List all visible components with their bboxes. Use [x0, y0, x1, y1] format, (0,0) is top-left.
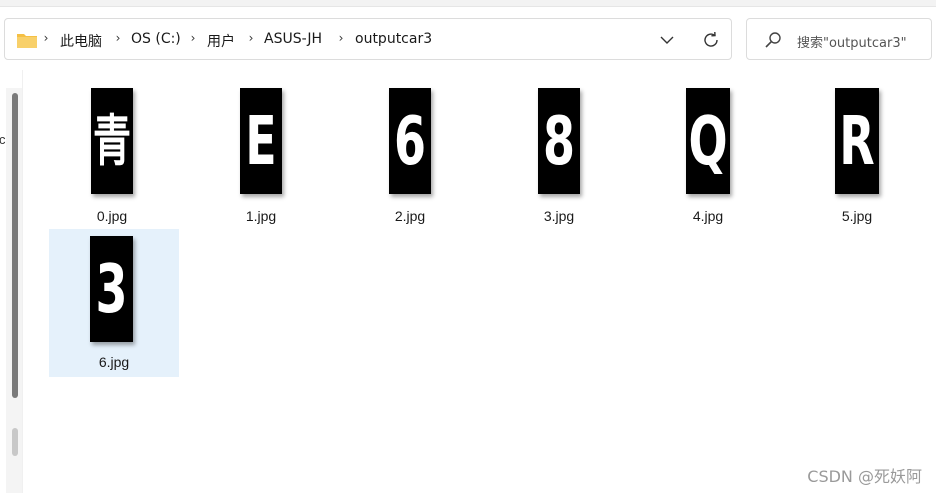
chevron-down-icon: [660, 36, 674, 44]
thumbnail-glyph: 青: [92, 109, 131, 173]
file-item[interactable]: Q 4.jpg: [643, 82, 773, 230]
file-name: 3.jpg: [543, 208, 575, 224]
breadcrumb-current-folder[interactable]: outputcar3: [355, 31, 432, 47]
image-thumbnail: Q: [686, 88, 730, 194]
nav-scrollbar-thumb-lower[interactable]: [12, 428, 18, 456]
breadcrumb-users[interactable]: 用户: [207, 31, 235, 51]
chevron-right-icon[interactable]: ›: [41, 31, 51, 45]
thumbnail-glyph: Q: [688, 101, 728, 181]
folder-icon: [17, 34, 37, 48]
file-item[interactable]: 青 0.jpg: [47, 82, 177, 230]
image-thumbnail: 3: [90, 236, 133, 342]
thumbnail-glyph: R: [839, 101, 875, 181]
image-thumbnail: 8: [538, 88, 580, 194]
thumbnail-glyph: E: [245, 101, 277, 181]
chevron-right-icon[interactable]: ›: [336, 31, 346, 45]
file-item[interactable]: R 5.jpg: [792, 82, 922, 230]
thumbnail-glyph: 8: [542, 101, 575, 181]
address-toolbar: › 此电脑 › OS (C:) › 用户 › ASUS-JH › outputc…: [0, 0, 936, 70]
watermark: CSDN @死妖阿: [807, 467, 922, 486]
file-item-selected[interactable]: 3 6.jpg: [49, 229, 179, 377]
nav-edge-text: c: [0, 132, 6, 147]
image-thumbnail: 6: [389, 88, 431, 194]
breadcrumb-this-pc[interactable]: 此电脑: [60, 31, 102, 51]
window-top-strip: [0, 0, 936, 7]
breadcrumb-user-folder[interactable]: ASUS-JH: [264, 31, 322, 47]
search-input[interactable]: 搜索"outputcar3": [797, 32, 907, 51]
image-thumbnail: R: [835, 88, 879, 194]
navigation-pane: c: [0, 70, 22, 493]
chevron-right-icon[interactable]: ›: [246, 31, 256, 45]
history-dropdown-button[interactable]: [655, 28, 679, 52]
address-bar[interactable]: › 此电脑 › OS (C:) › 用户 › ASUS-JH › outputc…: [4, 18, 732, 60]
thumbnail-glyph: 3: [95, 249, 128, 329]
search-icon: [765, 32, 781, 48]
nav-scrollbar-thumb[interactable]: [12, 93, 18, 398]
breadcrumb-os-drive[interactable]: OS (C:): [131, 31, 181, 47]
file-item[interactable]: E 1.jpg: [196, 82, 326, 230]
pane-divider: [22, 70, 23, 493]
file-item[interactable]: 8 3.jpg: [494, 82, 624, 230]
file-name: 5.jpg: [841, 208, 873, 224]
file-item[interactable]: 6 2.jpg: [345, 82, 475, 230]
file-name: 1.jpg: [245, 208, 277, 224]
image-thumbnail: 青: [91, 88, 133, 194]
file-name: 0.jpg: [96, 208, 128, 224]
refresh-icon: [704, 31, 718, 47]
file-name: 4.jpg: [692, 208, 724, 224]
refresh-button[interactable]: [699, 28, 723, 52]
file-name: 6.jpg: [98, 354, 130, 370]
image-thumbnail: E: [240, 88, 282, 194]
thumbnail-glyph: 6: [393, 101, 426, 181]
chevron-right-icon[interactable]: ›: [188, 31, 198, 45]
search-box[interactable]: 搜索"outputcar3": [746, 18, 932, 60]
chevron-right-icon[interactable]: ›: [113, 31, 123, 45]
file-name: 2.jpg: [394, 208, 426, 224]
